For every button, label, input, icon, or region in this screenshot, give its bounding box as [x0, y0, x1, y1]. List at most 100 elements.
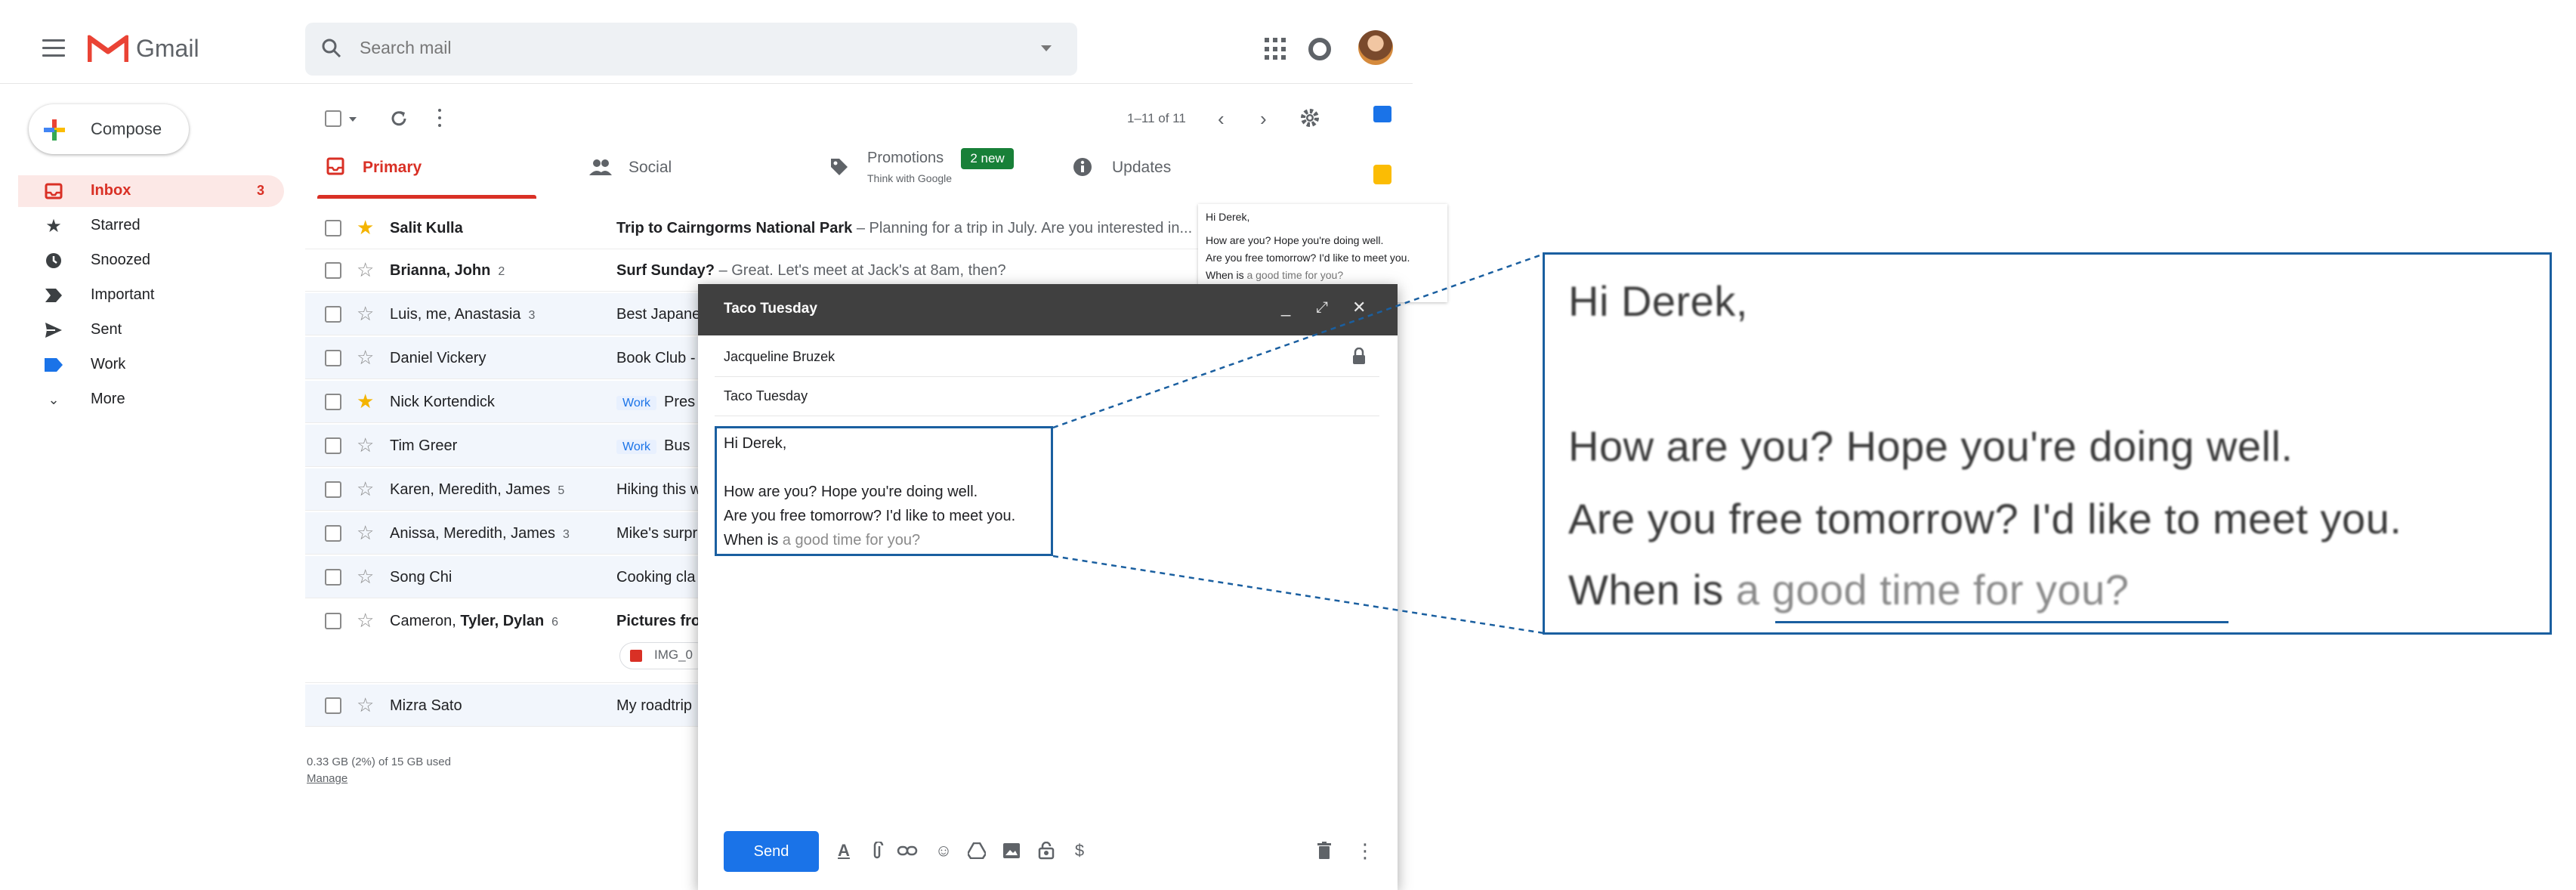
people-icon — [589, 159, 612, 175]
discard-draft-icon[interactable] — [1313, 839, 1336, 863]
attach-file-icon[interactable] — [867, 839, 890, 863]
email-snippet: – Great. Let's meet at Jack's at 8am, th… — [715, 262, 1006, 279]
body-line-with-suggestion[interactable]: When is a good time for you? — [724, 532, 920, 549]
settings-gear-icon[interactable] — [1299, 107, 1320, 128]
emoji-icon[interactable]: ☺ — [932, 839, 955, 863]
body-greeting[interactable]: Hi Derek, — [724, 435, 786, 453]
minimize-icon[interactable]: _ — [1281, 298, 1290, 317]
email-sender: Mizra Sato — [390, 697, 462, 714]
row-checkbox[interactable] — [325, 569, 341, 586]
suggestion-underline — [1775, 621, 2229, 623]
row-checkbox[interactable] — [325, 481, 341, 498]
email-sender-bold: Tyler, Dylan — [460, 613, 545, 629]
email-subject: Pictures fro — [616, 613, 701, 629]
preview-typed-text: When is — [1206, 269, 1244, 281]
send-icon — [44, 320, 63, 340]
tag-icon — [831, 159, 848, 175]
refresh-icon[interactable] — [388, 108, 409, 129]
email-sender-plain: Cameron, — [390, 613, 461, 629]
tab-social[interactable]: Social — [629, 159, 672, 177]
row-checkbox[interactable] — [325, 394, 341, 410]
close-icon[interactable]: ✕ — [1352, 298, 1366, 317]
star-outline-icon[interactable]: ☆ — [357, 479, 374, 499]
older-icon[interactable]: ‹ — [1218, 107, 1225, 131]
search-input[interactable]: Search mail — [360, 38, 451, 58]
preview-greeting: Hi Derek, — [1206, 211, 1250, 223]
row-checkbox[interactable] — [325, 697, 341, 714]
email-snippet: – Planning for a trip in July. Are you i… — [852, 220, 1193, 236]
label-icon — [44, 355, 63, 375]
row-checkbox[interactable] — [325, 306, 341, 323]
send-money-icon[interactable]: $ — [1068, 839, 1091, 863]
star-outline-icon[interactable]: ☆ — [357, 610, 374, 630]
body-line[interactable]: Are you free tomorrow? I'd like to meet … — [724, 508, 1015, 525]
tab-primary[interactable]: Primary — [363, 159, 422, 177]
star-icon[interactable]: ★ — [357, 218, 374, 237]
main-menu-icon[interactable] — [42, 39, 65, 57]
tab-updates[interactable]: Updates — [1112, 159, 1171, 177]
formatting-icon[interactable]: A — [832, 839, 855, 863]
star-outline-icon[interactable]: ☆ — [357, 348, 374, 367]
row-checkbox[interactable] — [325, 437, 341, 454]
expand-icon[interactable]: ⤢ — [1316, 299, 1328, 317]
google-drive-icon[interactable] — [965, 839, 988, 863]
email-subject: Surf Sunday? — [616, 262, 715, 279]
tab-promotions[interactable]: Promotions — [867, 150, 944, 167]
label-chip-work[interactable]: Work — [616, 396, 657, 410]
email-sender: Tim Greer — [390, 437, 458, 454]
sidebar-item-label: Inbox — [91, 182, 131, 199]
row-checkbox[interactable] — [325, 613, 341, 629]
smart-compose-suggestion[interactable]: a good time for you? — [778, 532, 920, 549]
row-checkbox[interactable] — [325, 262, 341, 279]
star-outline-icon[interactable]: ☆ — [357, 523, 374, 542]
more-options-icon[interactable] — [438, 109, 442, 127]
insert-photo-icon[interactable] — [1000, 839, 1023, 863]
manage-storage-link[interactable]: Manage — [307, 772, 347, 785]
star-outline-icon[interactable]: ☆ — [357, 260, 374, 280]
zoom-line: Are you free tomorrow? I'd like to meet … — [1568, 495, 2402, 542]
body-line[interactable]: How are you? Hope you're doing well. — [724, 484, 978, 501]
row-checkbox[interactable] — [325, 220, 341, 236]
preview-line: When is a good time for you? — [1206, 267, 1440, 284]
star-icon[interactable]: ★ — [357, 391, 374, 411]
confidential-mode-icon[interactable] — [1035, 839, 1058, 863]
zoom-line: How are you? Hope you're doing well. — [1568, 422, 2293, 470]
star-outline-icon[interactable]: ☆ — [357, 695, 374, 715]
tab-primary-indicator — [317, 195, 536, 199]
inbox-unread-count: 3 — [257, 183, 265, 198]
keep-notes-icon[interactable] — [1373, 165, 1391, 184]
notifications-icon[interactable] — [1308, 38, 1331, 60]
sidebar-item-label: Starred — [91, 217, 141, 233]
row-checkbox[interactable] — [325, 525, 341, 542]
calendar-icon[interactable] — [1373, 106, 1391, 122]
email-sender-line: Karen, Meredith, James 5 — [390, 481, 564, 499]
email-sender: Song Chi — [390, 569, 452, 586]
recipient-field[interactable]: Jacqueline Bruzek — [724, 349, 835, 365]
select-menu-chevron-icon[interactable] — [349, 117, 357, 122]
email-sender-line: Anissa, Meredith, James 3 — [390, 525, 570, 542]
star-outline-icon[interactable]: ☆ — [357, 304, 374, 323]
lock-icon[interactable] — [1352, 348, 1366, 364]
compose-window — [698, 284, 1398, 890]
email-subject-line: Trip to Cairngorms National Park – Plann… — [616, 220, 1198, 237]
search-icon[interactable] — [320, 37, 343, 60]
avatar[interactable] — [1358, 30, 1393, 65]
info-icon — [1073, 158, 1092, 176]
label-chip-work[interactable]: Work — [616, 440, 657, 454]
row-checkbox[interactable] — [325, 350, 341, 366]
zoom-greeting: Hi Derek, — [1568, 277, 1748, 325]
star-outline-icon[interactable]: ☆ — [357, 435, 374, 455]
send-button[interactable]: Send — [724, 831, 819, 872]
subject-field[interactable]: Taco Tuesday — [724, 388, 808, 404]
insert-link-icon[interactable] — [896, 839, 919, 863]
email-subject: Best Japane — [616, 306, 701, 323]
star-outline-icon[interactable]: ☆ — [357, 567, 374, 586]
apps-grid-icon[interactable] — [1265, 38, 1287, 60]
select-all-checkbox[interactable] — [325, 110, 341, 127]
more-options-icon[interactable]: ⋮ — [1354, 839, 1376, 863]
newer-icon[interactable]: › — [1260, 107, 1267, 131]
search-options-icon[interactable] — [1041, 45, 1052, 51]
email-sender: Nick Kortendick — [390, 394, 495, 410]
sidebar-item-label: Important — [91, 286, 155, 303]
preview-line: How are you? Hope you're doing well. — [1206, 234, 1384, 246]
